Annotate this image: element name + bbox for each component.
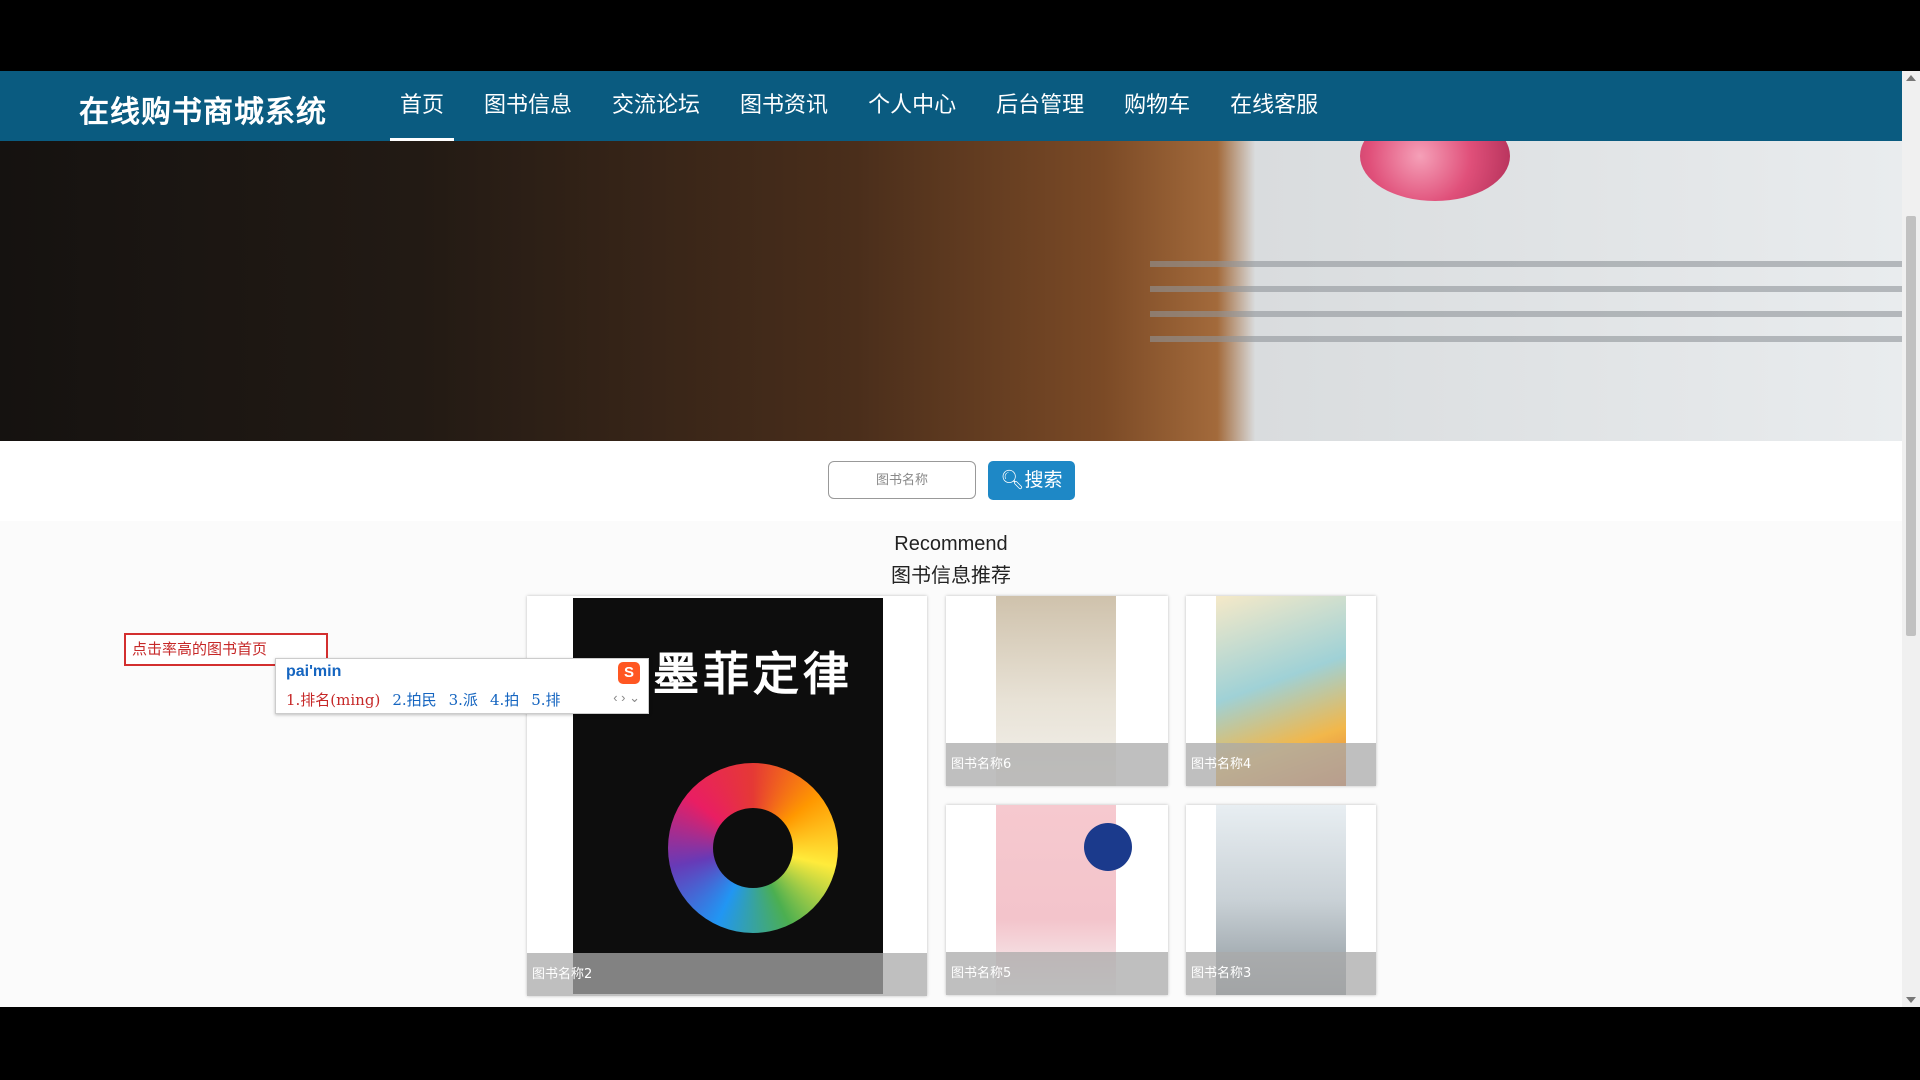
sheet-music-line [1150, 311, 1902, 317]
sogou-logo-icon: S [618, 662, 640, 684]
book-caption: 图书名称5 [946, 952, 1168, 995]
browser-viewport: 在线购书商城系统 首页 图书信息 交流论坛 图书资讯 个人中心 后台管理 购物车… [0, 71, 1920, 1007]
flower-graphic [1084, 823, 1132, 871]
nav-item-book-info[interactable]: 图书信息 [464, 71, 592, 141]
nav-item-book-news[interactable]: 图书资讯 [720, 71, 848, 141]
scroll-up-arrow-icon[interactable] [1906, 75, 1916, 81]
cover-title: 墨菲定律 [653, 647, 853, 701]
vertical-scrollbar[interactable] [1902, 71, 1920, 1007]
site-brand[interactable]: 在线购书商城系统 [79, 87, 327, 131]
sheet-music-line [1150, 261, 1902, 267]
ime-composition: pai'min [286, 663, 342, 680]
ime-candidate[interactable]: 1.排名(ming) [286, 689, 380, 710]
sheet-music-line [1150, 286, 1902, 292]
book-caption: 图书名称2 [527, 953, 927, 996]
ime-candidate[interactable]: 3.派 [449, 689, 478, 710]
main-nav: 首页 图书信息 交流论坛 图书资讯 个人中心 后台管理 购物车 在线客服 [380, 71, 1338, 141]
nav-item-home[interactable]: 首页 [380, 71, 464, 141]
nav-item-forum[interactable]: 交流论坛 [592, 71, 720, 141]
book-card[interactable]: 图书名称5 [946, 805, 1168, 995]
nav-item-admin[interactable]: 后台管理 [976, 71, 1104, 141]
search-button[interactable]: 🔍︎搜索 [988, 461, 1075, 500]
scroll-down-arrow-icon[interactable] [1906, 997, 1916, 1003]
ime-candidate[interactable]: 4.拍 [490, 689, 519, 710]
ime-candidate[interactable]: 5.排 [531, 689, 560, 710]
hero-carousel[interactable] [0, 141, 1902, 441]
scroll-thumb[interactable] [1906, 216, 1916, 636]
book-name-search-input[interactable] [828, 461, 976, 499]
search-icon: 🔍︎ [1000, 469, 1025, 491]
book-caption: 图书名称4 [1186, 743, 1376, 786]
ime-candidate[interactable]: 2.拍民 [392, 689, 436, 710]
color-wheel-graphic [668, 763, 838, 933]
nav-item-cart[interactable]: 购物车 [1104, 71, 1210, 141]
top-navbar: 在线购书商城系统 首页 图书信息 交流论坛 图书资讯 个人中心 后台管理 购物车… [0, 71, 1902, 141]
ime-page-arrows-icon[interactable]: ‹ › ⌄ [613, 690, 640, 706]
search-button-label: 搜索 [1024, 469, 1063, 491]
rose-decoration [1360, 141, 1510, 201]
nav-item-customer-service[interactable]: 在线客服 [1210, 71, 1338, 141]
book-caption: 图书名称6 [946, 743, 1168, 786]
recommend-title-cn: 图书信息推荐 [891, 563, 1011, 587]
recommend-title-en: Recommend [894, 533, 1008, 555]
ime-candidates: 1.排名(ming) 2.拍民 3.派 4.拍 5.排 [286, 689, 561, 710]
ime-candidate-popup: pai'min S 1.排名(ming) 2.拍民 3.派 4.拍 5.排 ‹ … [275, 658, 649, 714]
book-card[interactable]: 墨菲定律 图书名称2 [527, 596, 927, 996]
book-card[interactable]: 图书名称4 [1186, 596, 1376, 786]
book-card[interactable]: 图书名称6 [946, 596, 1168, 786]
book-card[interactable]: 图书名称3 [1186, 805, 1376, 995]
book-caption: 图书名称3 [1186, 952, 1376, 995]
nav-item-personal-center[interactable]: 个人中心 [848, 71, 976, 141]
sheet-music-line [1150, 336, 1902, 342]
